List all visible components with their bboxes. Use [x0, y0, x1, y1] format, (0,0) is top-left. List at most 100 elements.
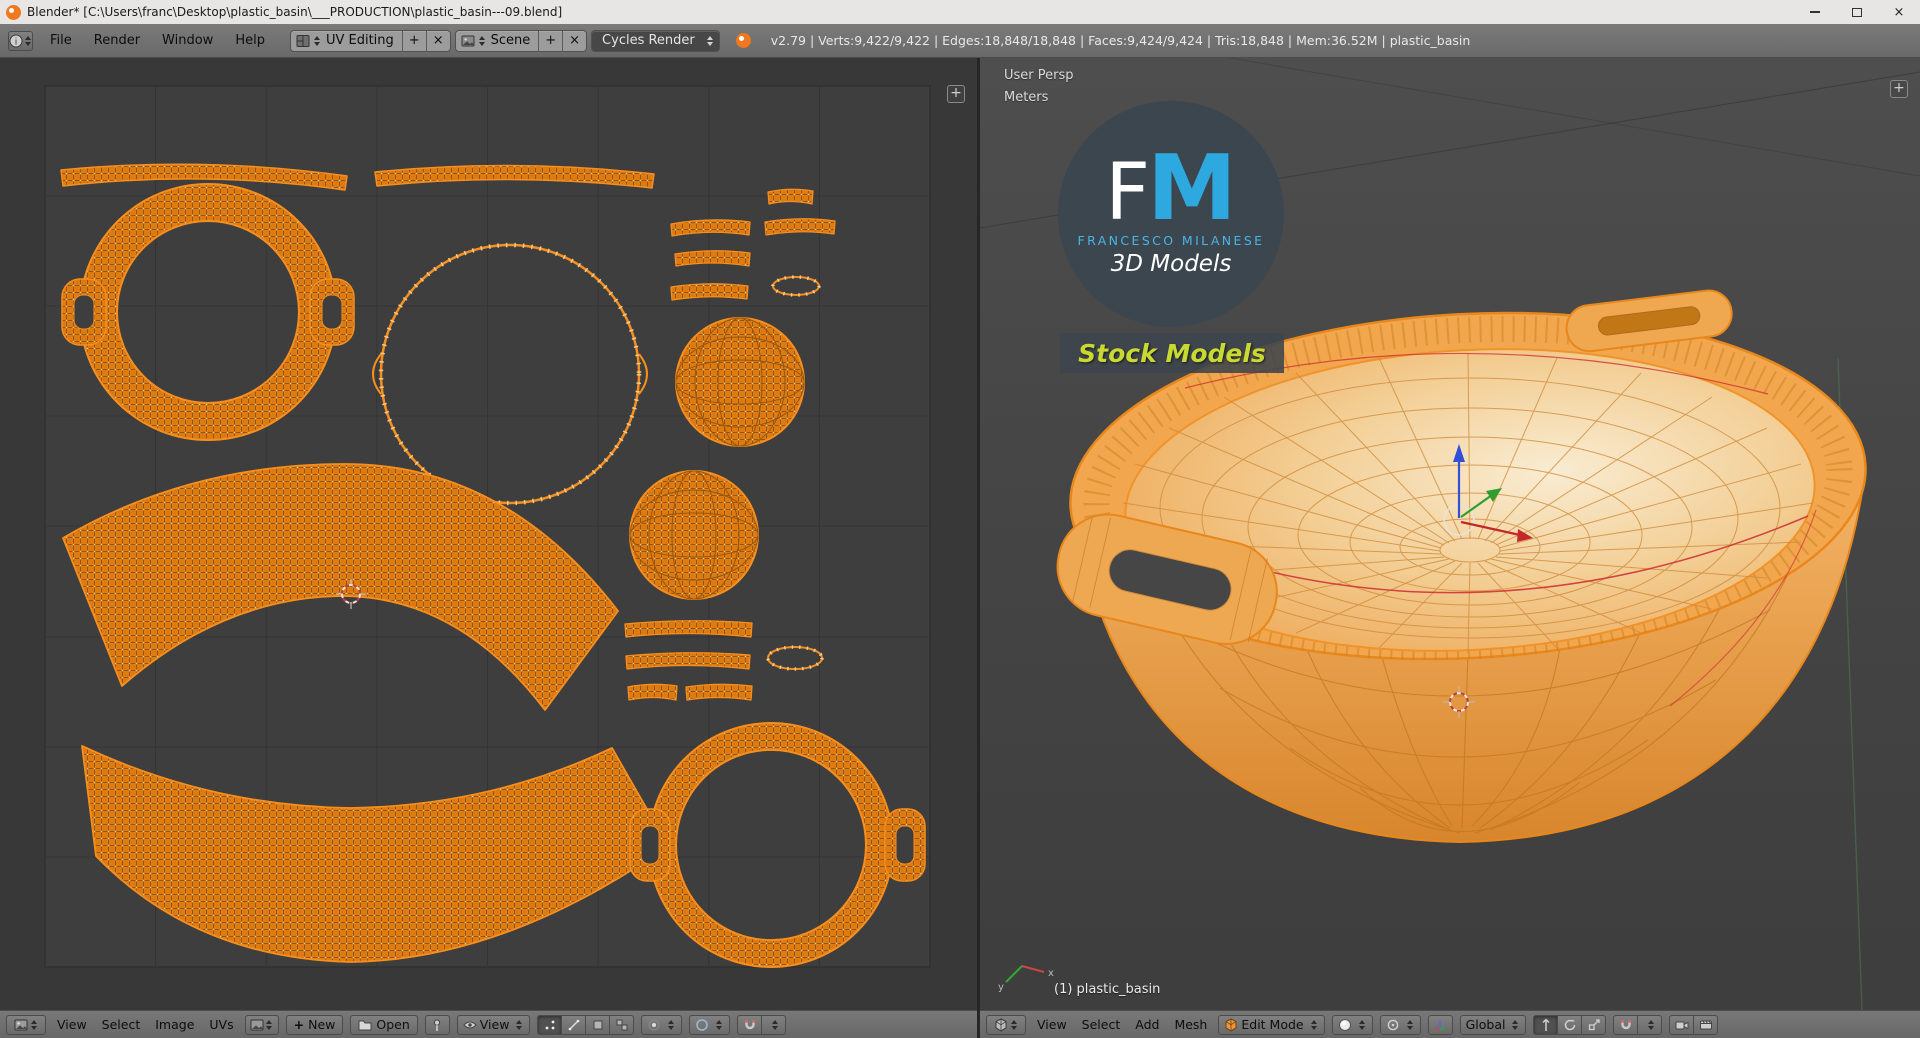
- maximize-button[interactable]: [1836, 0, 1878, 24]
- uv-snap-group: [737, 1014, 787, 1035]
- snap-toggle-button[interactable]: [1613, 1014, 1639, 1035]
- svg-text:i: i: [14, 37, 17, 47]
- manipulator-mode-group: [1533, 1014, 1607, 1035]
- manipulator-icon: [1435, 1020, 1446, 1031]
- viewport-editor-type-button[interactable]: [986, 1014, 1026, 1035]
- viewport-region-expand-icon[interactable]: +: [1890, 80, 1908, 98]
- uv-snap-target-dropdown[interactable]: [761, 1014, 787, 1035]
- clapper-icon: [1699, 1020, 1712, 1029]
- svg-text:y: y: [998, 982, 1004, 993]
- opengl-render-button[interactable]: [1669, 1014, 1695, 1035]
- stock-models-banner: Stock Models: [1060, 333, 1284, 373]
- translate-manipulator-button[interactable]: [1533, 1014, 1559, 1035]
- screen-layout-field[interactable]: UV Editing + ×: [289, 29, 451, 52]
- mini-axis-gizmo: x y: [998, 965, 1054, 993]
- add-layout-button[interactable]: +: [401, 30, 426, 51]
- scene-value: Scene: [490, 33, 531, 48]
- sticky-selection-dropdown[interactable]: [641, 1014, 683, 1035]
- scene-statistics: v2.79 | Verts:9,422/9,422 | Edges:18,848…: [770, 33, 1471, 48]
- pin-icon: [434, 1019, 441, 1031]
- edge-select-icon: [568, 1019, 580, 1030]
- vertex-select-icon: [545, 1020, 555, 1029]
- uv-island-sphere-2[interactable]: [629, 470, 759, 600]
- vp-menu-select[interactable]: Select: [1078, 1017, 1125, 1032]
- render-engine-value: Cycles Render: [602, 33, 695, 48]
- menu-window[interactable]: Window: [153, 24, 222, 58]
- fm-brand-label: 3D Models: [1110, 250, 1232, 277]
- manipulator-toggle-button[interactable]: [1427, 1014, 1453, 1035]
- rotate-icon: [1564, 1019, 1576, 1030]
- fm-watermark-logo: FM FRANCESCO MILANESE 3D Models: [1058, 101, 1284, 327]
- scene-icon: [461, 35, 475, 46]
- sticky-select-icon: [648, 1019, 660, 1030]
- uv-canvas[interactable]: [0, 58, 977, 1010]
- vp-menu-mesh[interactable]: Mesh: [1170, 1017, 1211, 1032]
- scale-manipulator-button[interactable]: [1581, 1014, 1607, 1035]
- uv-select-vertex-button[interactable]: [537, 1014, 563, 1035]
- proportional-edit-dropdown[interactable]: [689, 1014, 731, 1035]
- window-titlebar: Blender* [C:\Users\franc\Desktop\plastic…: [0, 0, 1920, 24]
- uv-island-small-strips-mid[interactable]: [624, 620, 753, 701]
- orientation-value: Global: [1465, 1017, 1506, 1032]
- uv-menu-view[interactable]: View: [53, 1017, 91, 1032]
- open-image-button[interactable]: Open: [350, 1014, 418, 1035]
- info-editor-type-button[interactable]: i: [8, 30, 33, 51]
- uv-menu-select[interactable]: Select: [98, 1017, 145, 1032]
- pivot-icon: [1387, 1019, 1398, 1030]
- info-icon: i: [9, 34, 22, 47]
- proportional-edit-icon: [696, 1018, 709, 1031]
- uv-editor-type-button[interactable]: [6, 1014, 46, 1035]
- magnet-icon: [1621, 1019, 1631, 1029]
- menu-render[interactable]: Render: [85, 24, 149, 58]
- vp-menu-view[interactable]: View: [1033, 1017, 1071, 1032]
- uv-selection-mode-group: [537, 1014, 635, 1035]
- uv-select-face-button[interactable]: [585, 1014, 611, 1035]
- uv-menu-uvs[interactable]: UVs: [205, 1017, 237, 1032]
- window-title: Blender* [C:\Users\franc\Desktop\plastic…: [27, 5, 563, 19]
- menu-file[interactable]: File: [41, 24, 81, 58]
- minimize-button[interactable]: [1794, 0, 1836, 24]
- browse-image-button[interactable]: [244, 1014, 279, 1035]
- pin-image-button[interactable]: [424, 1014, 450, 1035]
- viewport-shading-dropdown[interactable]: [1331, 1014, 1373, 1035]
- shading-sphere-icon: [1338, 1018, 1351, 1031]
- fm-initials: FM: [1105, 136, 1237, 242]
- pivot-point-dropdown[interactable]: [1379, 1014, 1421, 1035]
- uv-view-mode-dropdown[interactable]: View: [456, 1014, 531, 1035]
- menu-help[interactable]: Help: [226, 24, 274, 58]
- face-select-icon: [593, 1020, 603, 1029]
- snap-target-dropdown[interactable]: [1637, 1014, 1663, 1035]
- svg-text:x: x: [1048, 968, 1054, 979]
- scene-field[interactable]: Scene + ×: [454, 29, 588, 52]
- uv-image-editor-pane: + View Select Image UVs + New Open View: [0, 58, 977, 1038]
- blender-app-icon: [6, 4, 21, 20]
- plus-icon: +: [293, 1017, 305, 1032]
- viewport-3d-icon: [995, 1017, 1006, 1032]
- uv-select-edge-button[interactable]: [561, 1014, 587, 1035]
- uv-island-sphere-1[interactable]: [675, 317, 805, 447]
- viewport-3d-pane: User Persp Meters + FM FRANCESCO MILANES…: [980, 58, 1920, 1038]
- snap-group: [1613, 1014, 1663, 1035]
- uv-editor-header: View Select Image UVs + New Open View: [0, 1010, 977, 1038]
- rotate-manipulator-button[interactable]: [1557, 1014, 1583, 1035]
- uv-menu-image[interactable]: Image: [151, 1017, 198, 1032]
- orientation-dropdown[interactable]: Global: [1459, 1014, 1527, 1035]
- close-button[interactable]: ×: [1878, 0, 1920, 24]
- mode-dropdown[interactable]: Edit Mode: [1218, 1014, 1325, 1035]
- uv-select-island-button[interactable]: [609, 1014, 635, 1035]
- fm-author-name: FRANCESCO MILANESE: [1077, 232, 1265, 248]
- add-scene-button[interactable]: +: [538, 30, 562, 51]
- viewport-3d-header: View Select Add Mesh Edit Mode Global: [980, 1010, 1920, 1038]
- mode-value: Edit Mode: [1241, 1017, 1304, 1032]
- delete-layout-button[interactable]: ×: [425, 30, 450, 51]
- render-engine-dropdown[interactable]: Cycles Render: [591, 29, 720, 52]
- opengl-render-group: [1669, 1014, 1719, 1035]
- delete-scene-button[interactable]: ×: [562, 30, 586, 51]
- new-image-button[interactable]: + New: [285, 1014, 344, 1035]
- image-editor-icon: [14, 1019, 27, 1030]
- uv-snap-toggle-button[interactable]: [737, 1014, 763, 1035]
- folder-icon: [358, 1020, 372, 1030]
- opengl-animation-button[interactable]: [1693, 1014, 1719, 1035]
- uv-region-expand-icon[interactable]: +: [947, 85, 965, 103]
- vp-menu-add[interactable]: Add: [1131, 1017, 1163, 1032]
